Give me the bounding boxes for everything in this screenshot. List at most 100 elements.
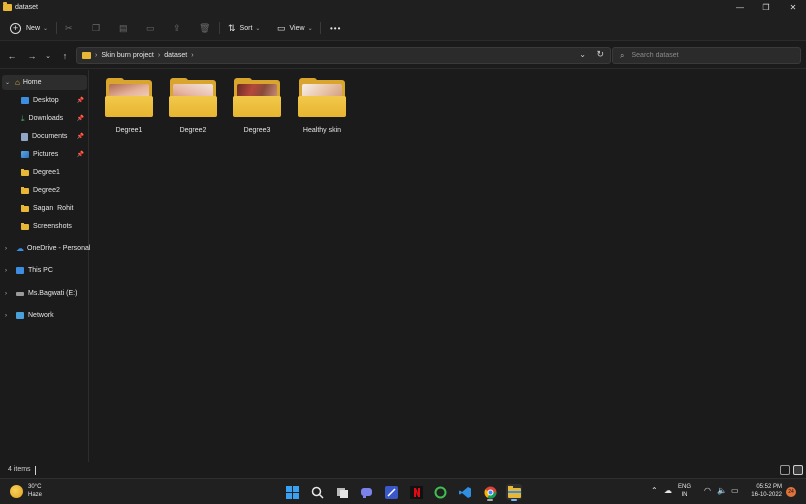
search-box[interactable]: ⌕ xyxy=(612,47,801,64)
chevron-right-icon[interactable]: › xyxy=(5,313,7,319)
search-icon: ⌕ xyxy=(620,50,625,60)
notification-badge[interactable]: 24 xyxy=(786,487,796,497)
wifi-icon[interactable]: ◠ xyxy=(704,486,711,495)
battery-icon[interactable]: ▭ xyxy=(731,486,739,495)
app-ring-button[interactable] xyxy=(432,484,448,500)
folder-item[interactable]: Degree1 xyxy=(101,78,157,143)
weather-widget[interactable]: 30°C Haze xyxy=(10,483,42,499)
sidebar-item-label: Network xyxy=(28,312,54,319)
chevron-up-icon[interactable]: ⌃ xyxy=(651,486,658,495)
folder-front xyxy=(233,96,281,117)
folder-item[interactable]: Healthy skin xyxy=(294,78,350,143)
running-indicator xyxy=(487,499,493,501)
sidebar-item-this-pc[interactable]: › This PC xyxy=(2,263,87,278)
chrome-button[interactable] xyxy=(482,484,498,501)
pictures-icon xyxy=(21,151,29,158)
download-icon: ⤓ xyxy=(21,113,25,123)
sidebar-item-home[interactable]: ⌄ ⌂ Home xyxy=(2,75,87,90)
recent-locations-button[interactable]: ⌄ xyxy=(41,49,55,63)
cloud-icon: ☁ xyxy=(16,244,24,253)
folder-icon xyxy=(21,168,29,176)
sidebar-item-network[interactable]: › Network xyxy=(2,308,87,323)
onedrive-icon[interactable]: ☁ xyxy=(664,486,672,495)
details-view-button[interactable] xyxy=(780,465,790,475)
arrow-up-icon: ↑ xyxy=(62,51,68,61)
netflix-button[interactable] xyxy=(408,484,424,500)
up-button[interactable]: ↑ xyxy=(58,49,72,63)
chevron-right-icon[interactable]: › xyxy=(5,246,7,252)
sidebar-item-sagan-rohit[interactable]: Sagan Rohit xyxy=(2,201,87,216)
sidebar-item-label: Ms.Bagwati (E:) xyxy=(28,290,78,297)
folder-front xyxy=(298,96,346,117)
cut-button[interactable]: ✂ xyxy=(65,20,73,36)
search-input[interactable] xyxy=(631,52,782,59)
sidebar-item-downloads[interactable]: ⤓ Downloads 📌 xyxy=(2,111,87,126)
folder-item[interactable]: Degree3 xyxy=(229,78,285,143)
sidebar-item-degree1[interactable]: Degree1 xyxy=(2,165,87,180)
chevron-down-icon[interactable]: ⌄ xyxy=(5,79,10,86)
address-bar[interactable]: › Skin burn project › dataset › ⌄ ↻ xyxy=(76,47,611,64)
folder-name: Degree2 xyxy=(179,127,207,134)
breadcrumb-skin-burn-project[interactable]: Skin burn project xyxy=(101,52,154,59)
app-button[interactable] xyxy=(383,484,399,500)
sidebar-item-desktop[interactable]: Desktop 📌 xyxy=(2,93,87,108)
chrome-icon xyxy=(483,486,496,499)
temperature: 30°C xyxy=(28,484,42,490)
sidebar-item-degree2[interactable]: Degree2 xyxy=(2,183,87,198)
status-bar: 4 items xyxy=(0,462,806,478)
file-explorer-button[interactable] xyxy=(506,484,522,501)
folder-icon xyxy=(21,204,29,212)
rename-button[interactable]: ▭ xyxy=(146,20,155,36)
toolbar-divider xyxy=(56,22,57,34)
weather-icon xyxy=(10,484,23,498)
new-label: New xyxy=(26,24,41,32)
time: 05:52 PM xyxy=(756,484,782,490)
computer-icon xyxy=(16,267,24,274)
language-indicator[interactable]: ENG IN xyxy=(678,483,691,499)
chat-button[interactable] xyxy=(358,484,374,500)
volume-icon[interactable]: 🔈 xyxy=(717,486,727,495)
copy-button[interactable]: ❐ xyxy=(92,20,100,36)
sidebar-item-documents[interactable]: Documents 📌 xyxy=(2,129,87,144)
pin-icon: 📌 xyxy=(76,116,84,122)
folder-item[interactable]: Degree2 xyxy=(165,78,221,143)
refresh-icon[interactable]: ↻ xyxy=(596,49,604,60)
view-button[interactable]: ▭ View ⌄ xyxy=(277,20,313,36)
sidebar-item-drive-e[interactable]: › Ms.Bagwati (E:) xyxy=(2,286,87,301)
sidebar-item-screenshots[interactable]: Screenshots xyxy=(2,219,87,234)
search-taskbar-button[interactable] xyxy=(309,484,325,500)
vscode-button[interactable] xyxy=(457,484,473,500)
delete-button[interactable]: 🗑 xyxy=(199,20,210,36)
command-bar: + New ⌄ ✂ ❐ ▤ ▭ ⇪ 🗑 ⇅ Sort ⌄ ▭ View ⌄ ••… xyxy=(0,15,806,41)
close-button[interactable]: ✕ xyxy=(780,0,806,15)
chevron-right-icon[interactable]: › xyxy=(5,291,7,297)
forward-button[interactable]: → xyxy=(25,49,39,63)
task-view-button[interactable] xyxy=(334,484,350,500)
sort-icon: ⇅ xyxy=(228,22,236,33)
chevron-down-icon: ⌄ xyxy=(307,25,313,32)
folder-front xyxy=(105,96,153,117)
clock[interactable]: 05:52 PM 16-10-2022 xyxy=(748,483,782,499)
new-button[interactable]: + New ⌄ xyxy=(10,20,48,36)
rename-icon: ▭ xyxy=(146,22,155,33)
sort-button[interactable]: ⇅ Sort ⌄ xyxy=(228,20,260,36)
back-button[interactable]: ← xyxy=(5,49,19,63)
view-icon: ▭ xyxy=(277,22,286,33)
pin-icon: 📌 xyxy=(76,134,84,140)
start-button[interactable] xyxy=(284,484,300,500)
minimize-button[interactable]: — xyxy=(727,0,753,15)
breadcrumb-dataset[interactable]: dataset xyxy=(164,52,187,59)
more-options-button[interactable]: ••• xyxy=(330,20,341,36)
large-icons-view-button[interactable] xyxy=(793,465,803,475)
sidebar-item-label: Screenshots xyxy=(33,223,72,230)
sidebar-item-onedrive[interactable]: › ☁ OneDrive - Personal xyxy=(2,241,90,256)
address-dropdown-icon[interactable]: ⌄ xyxy=(579,50,586,59)
folder-icon xyxy=(3,2,12,11)
maximize-button[interactable]: ❐ xyxy=(753,0,779,15)
toolbar-divider xyxy=(320,22,321,34)
sidebar-item-pictures[interactable]: Pictures 📌 xyxy=(2,147,87,162)
share-button[interactable]: ⇪ xyxy=(173,20,181,36)
folder-name: Healthy skin xyxy=(302,127,342,134)
chevron-right-icon[interactable]: › xyxy=(5,268,7,274)
paste-button[interactable]: ▤ xyxy=(119,20,128,36)
